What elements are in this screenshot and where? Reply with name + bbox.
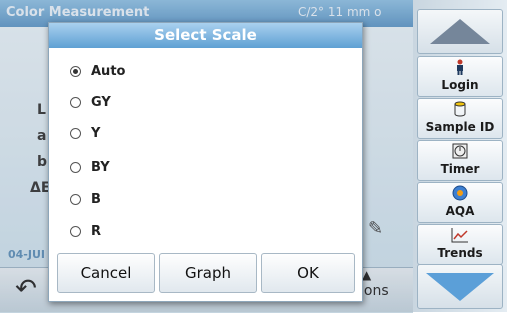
scale-option-by[interactable]: BY <box>70 157 190 177</box>
scale-option-label: GY <box>91 94 111 110</box>
radio-icon[interactable] <box>70 161 81 173</box>
timer-icon <box>418 143 502 161</box>
login-label: Login <box>441 78 479 92</box>
scale-option-label: R <box>91 223 102 239</box>
aqa-label: AQA <box>445 204 475 218</box>
scroll-up-button[interactable] <box>417 9 503 54</box>
trends-label: Trends <box>437 246 483 260</box>
trends-chart-icon <box>418 227 502 245</box>
dialog-title: Select Scale <box>49 23 362 48</box>
radio-selected-icon[interactable] <box>70 65 81 77</box>
person-icon <box>418 59 502 77</box>
timer-label: Timer <box>440 162 480 176</box>
scale-option-gy[interactable]: GY <box>70 92 190 112</box>
login-button[interactable]: Login <box>417 56 503 97</box>
ok-button[interactable]: OK <box>261 253 355 293</box>
scale-option-b[interactable]: B <box>70 189 190 209</box>
cancel-button[interactable]: Cancel <box>57 253 155 293</box>
right-sidebar: Login Sample ID Timer AQA Trends <box>413 0 507 312</box>
radio-icon[interactable] <box>70 193 81 205</box>
triangle-up-icon <box>430 19 490 44</box>
radio-icon[interactable] <box>70 96 81 108</box>
scale-option-label: Y <box>91 125 101 141</box>
scale-option-r[interactable]: R <box>70 221 190 241</box>
aqa-icon <box>418 185 502 203</box>
scale-option-label: Auto <box>91 63 126 79</box>
scroll-down-button[interactable] <box>417 264 503 309</box>
timer-button[interactable]: Timer <box>417 140 503 181</box>
scale-option-y[interactable]: Y <box>70 123 190 143</box>
scale-option-label: BY <box>91 159 110 175</box>
radio-icon[interactable] <box>70 225 81 237</box>
scale-option-auto[interactable]: Auto <box>70 61 190 81</box>
select-scale-dialog: Select Scale Auto GY Y BY B R Cancel Gra… <box>48 22 363 302</box>
aqa-button[interactable]: AQA <box>417 182 503 223</box>
trends-button[interactable]: Trends <box>417 224 503 265</box>
sample-id-button[interactable]: Sample ID <box>417 98 503 139</box>
scale-option-label: B <box>91 191 101 207</box>
triangle-down-icon <box>426 272 494 301</box>
sample-id-label: Sample ID <box>425 120 495 134</box>
radio-icon[interactable] <box>70 127 81 139</box>
cylinder-icon <box>418 101 502 119</box>
graph-button[interactable]: Graph <box>159 253 257 293</box>
